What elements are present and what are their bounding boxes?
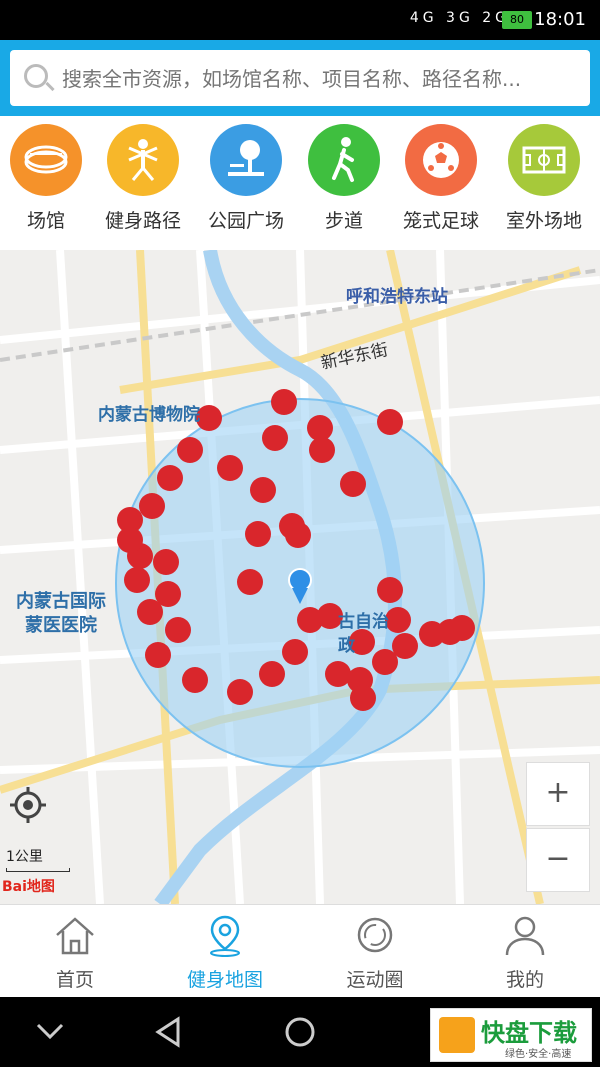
category-fitness-path[interactable]: 健身路径 (93, 124, 193, 233)
category-walking[interactable]: 步道 (294, 124, 394, 233)
status-icons: 4G 3G 2G (409, 10, 510, 26)
category-stadium[interactable]: 场馆 (0, 124, 96, 233)
user-icon (503, 913, 547, 957)
park-icon (210, 124, 282, 196)
watermark-icon (439, 1017, 475, 1053)
collapse-icon (36, 1023, 64, 1040)
category-label: 室外场地 (505, 210, 582, 232)
map-view[interactable]: 呼和浩特东站 新华东街 内蒙古博物院 内蒙古国际 蒙医医院 古自治 政 + − … (0, 250, 600, 904)
tab-label: 首页 (55, 969, 94, 991)
back-icon (155, 1016, 180, 1048)
category-soccer[interactable]: 笼式足球 (391, 124, 491, 233)
search-input[interactable] (60, 62, 584, 96)
fitness-path-icon (107, 124, 179, 196)
soccer-icon (405, 124, 477, 196)
tab-profile[interactable]: 我的 (450, 905, 600, 998)
category-row: 场馆 健身路径 公园广场 步道 笼式足球 室外场地 (0, 116, 600, 250)
search-icon (24, 64, 48, 88)
bottom-tab-bar: 首页 健身地图 运动圈 我的 (0, 904, 600, 998)
locate-icon (10, 787, 46, 823)
tab-home[interactable]: 首页 (0, 905, 150, 998)
museum-label: 内蒙古博物院 (98, 405, 200, 425)
category-park[interactable]: 公园广场 (196, 124, 296, 233)
station-label: 呼和浩特东站 (346, 287, 448, 307)
battery-indicator: 80 (502, 11, 532, 29)
category-label: 笼式足球 (402, 210, 479, 232)
status-time: 18:01 (534, 9, 586, 30)
map-scale: 1公里 (6, 846, 70, 872)
category-outdoor-field[interactable]: 室外场地 (494, 124, 594, 233)
category-label: 公园广场 (207, 210, 284, 232)
map-canvas[interactable] (0, 250, 600, 904)
tab-label: 运动圈 (346, 969, 404, 991)
hospital-label: 内蒙古国际 蒙医医院 (16, 591, 106, 636)
zoom-in-button[interactable]: + (526, 762, 590, 826)
tab-label: 我的 (505, 969, 544, 991)
home-nav-icon (285, 1017, 315, 1047)
category-label: 场馆 (26, 210, 65, 232)
category-label: 健身路径 (104, 210, 181, 232)
map-pin-icon (203, 913, 247, 957)
zoom-out-button[interactable]: − (526, 828, 590, 892)
watermark-logo: 快盘下载 绿色·安全·高速 (430, 1008, 592, 1062)
tab-sports-circle[interactable]: 运动圈 (300, 905, 450, 998)
status-bar: 4G 3G 2G 80 18:01 (0, 0, 600, 40)
search-box[interactable] (10, 50, 590, 106)
tab-fitness-map[interactable]: 健身地图 (150, 905, 300, 998)
field-icon (508, 124, 580, 196)
circle-refresh-icon (353, 913, 397, 957)
tab-label: 健身地图 (186, 969, 263, 991)
baidu-logo: Bai地图 (2, 879, 55, 895)
gov-label: 古自治 政 (338, 612, 389, 656)
category-label: 步道 (324, 210, 363, 232)
locate-button[interactable] (8, 785, 48, 825)
search-bar (0, 40, 600, 116)
home-icon (53, 913, 97, 957)
stadium-icon (10, 124, 82, 196)
walking-icon (308, 124, 380, 196)
